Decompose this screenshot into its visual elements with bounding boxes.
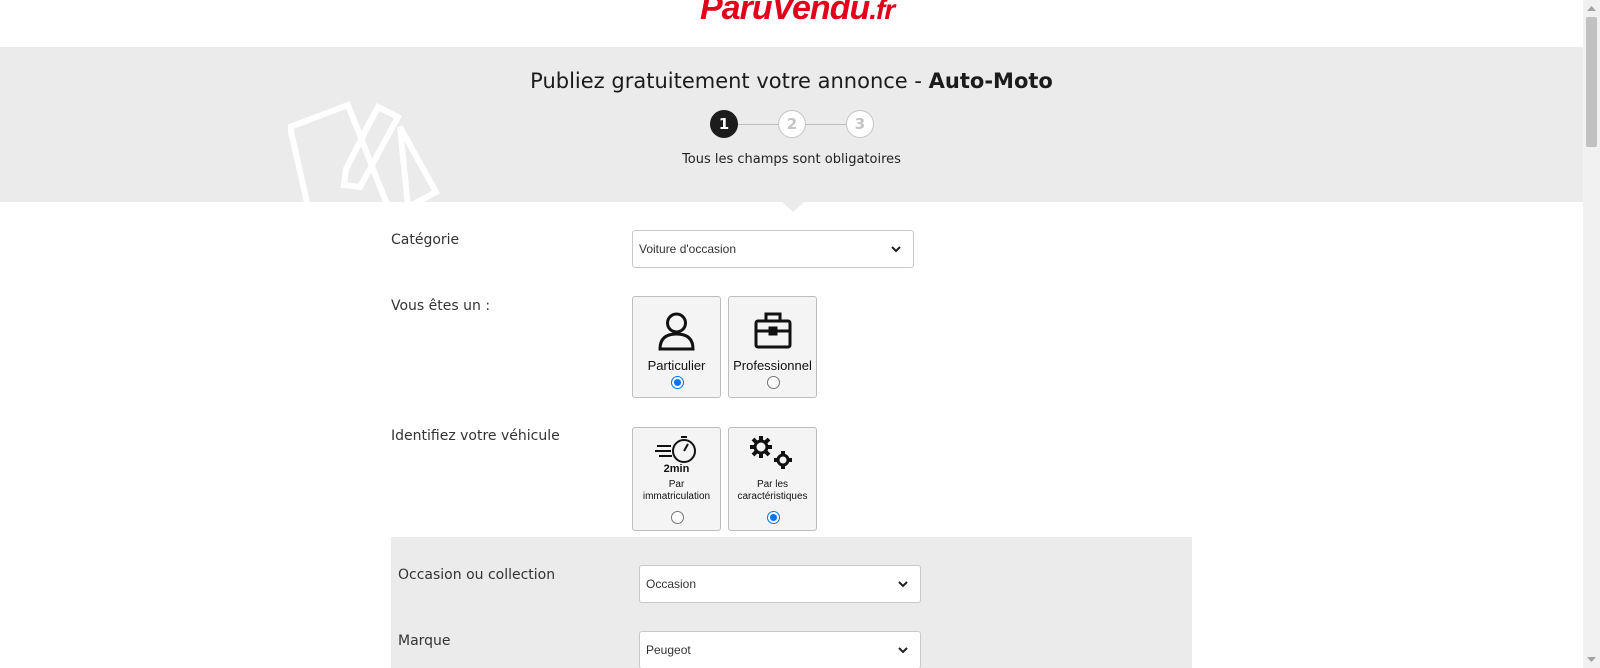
step-2: 2 bbox=[778, 110, 806, 138]
stopwatch-icon bbox=[655, 436, 696, 463]
occasion-value: Occasion bbox=[646, 577, 697, 591]
chevron-down-icon bbox=[898, 647, 908, 654]
chevron-down-icon bbox=[898, 581, 908, 588]
option-caracteristiques-label-1: Par les bbox=[756, 479, 789, 490]
edit-form-icon bbox=[288, 101, 441, 202]
page-title-category: Auto-Moto bbox=[928, 69, 1053, 93]
hero-banner: Publiez gratuitement votre annonce - Aut… bbox=[0, 47, 1583, 202]
scroll-down-arrow-icon[interactable] bbox=[1583, 651, 1600, 668]
option-professionnel-label: Professionnel bbox=[733, 358, 812, 373]
option-professionnel[interactable]: Professionnel bbox=[728, 296, 817, 398]
immatriculation-radio[interactable] bbox=[671, 511, 684, 524]
option-immatriculation-label-2: immatriculation bbox=[642, 491, 711, 502]
page: ParuVendu.fr Publiez gratuitement votre … bbox=[0, 0, 1600, 668]
step-connector bbox=[806, 124, 846, 125]
scroll-up-arrow-icon[interactable] bbox=[1583, 0, 1600, 17]
particulier-radio[interactable] bbox=[671, 376, 684, 389]
option-caracteristiques-label-2: caractéristiques bbox=[737, 491, 808, 502]
categorie-label: Catégorie bbox=[391, 232, 460, 248]
logo-part-paru: Paru bbox=[700, 0, 773, 27]
option-particulier-label: Particulier bbox=[647, 358, 706, 373]
logo-part-vendu: Vendu bbox=[771, 0, 871, 27]
option-immatriculation[interactable]: 2min Par immatriculation bbox=[632, 427, 721, 531]
stopwatch-time-text: 2min bbox=[663, 463, 690, 475]
occasion-select[interactable]: Occasion bbox=[639, 565, 921, 603]
vous-etes-label: Vous êtes un : bbox=[391, 298, 491, 314]
categorie-value: Voiture d'occasion bbox=[639, 242, 737, 256]
occasion-label: Occasion ou collection bbox=[398, 567, 556, 583]
scrollbar-thumb[interactable] bbox=[1586, 17, 1597, 147]
option-immatriculation-label-1: Par bbox=[668, 479, 685, 490]
option-caracteristiques[interactable]: Par les caractéristiques bbox=[728, 427, 817, 531]
step-1: 1 bbox=[710, 110, 738, 138]
marque-value: Peugeot bbox=[646, 643, 691, 657]
step-3: 3 bbox=[846, 110, 874, 138]
required-fields-note: Tous les champs sont obligatoires bbox=[682, 152, 901, 167]
caracteristiques-radio[interactable] bbox=[767, 511, 780, 524]
briefcase-icon bbox=[754, 312, 792, 349]
marque-select[interactable]: Peugeot bbox=[639, 631, 921, 668]
vehicle-details-panel: Occasion ou collection Occasion Marque P… bbox=[391, 537, 1192, 668]
option-particulier[interactable]: Particulier bbox=[632, 296, 721, 398]
chevron-down-icon bbox=[891, 246, 901, 253]
categorie-select[interactable]: Voiture d'occasion bbox=[632, 230, 914, 268]
logo-part-fr: .fr bbox=[869, 0, 895, 25]
gears-icon bbox=[750, 436, 792, 469]
step-connector bbox=[738, 124, 778, 125]
page-title-prefix: Publiez gratuitement votre annonce - bbox=[530, 69, 929, 93]
page-scrollbar[interactable] bbox=[1583, 0, 1600, 668]
hero-pointer bbox=[782, 202, 804, 212]
paruvendu-logo[interactable]: ParuVendu.fr bbox=[700, 0, 895, 30]
marque-label: Marque bbox=[398, 633, 451, 649]
person-icon bbox=[658, 312, 695, 351]
page-title: Publiez gratuitement votre annonce - Aut… bbox=[0, 69, 1583, 93]
step-indicator: 1 2 3 bbox=[710, 110, 874, 138]
identifiez-label: Identifiez votre véhicule bbox=[391, 428, 560, 444]
professionnel-radio[interactable] bbox=[767, 376, 780, 389]
top-bar: ParuVendu.fr bbox=[0, 0, 1583, 47]
